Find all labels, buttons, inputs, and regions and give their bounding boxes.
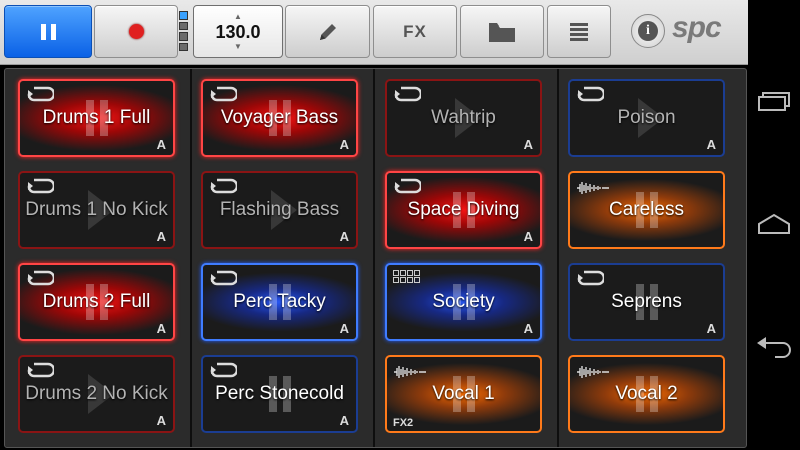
list-icon: [570, 22, 588, 41]
folder-button[interactable]: [460, 5, 544, 58]
pad-name: Perc Tacky: [233, 291, 326, 312]
pad-grid: Drums 1 Full A Drums 1 No Kick A Drums 2…: [4, 68, 747, 448]
waveform-icon: [394, 366, 426, 378]
pad-perc-tacky[interactable]: Perc Tacky A: [201, 263, 358, 341]
pad-name: Drums 2 Full: [42, 291, 151, 312]
pad-name: Flashing Bass: [219, 199, 340, 220]
pad-group: A: [156, 137, 166, 152]
bpm-up-icon[interactable]: ▲: [234, 12, 242, 21]
loop-icon: [577, 86, 604, 102]
pad-group: A: [706, 321, 716, 336]
pad-group: A: [339, 229, 349, 244]
pad-name: Society: [432, 291, 495, 312]
info-button[interactable]: i: [631, 14, 665, 48]
fx-button[interactable]: FX: [373, 5, 457, 58]
recent-apps-button[interactable]: [755, 84, 793, 118]
pad-drums-1-no-kick[interactable]: Drums 1 No Kick A: [18, 171, 175, 249]
pad-group: A: [339, 413, 349, 428]
pad-group: A: [523, 229, 533, 244]
pad-perc-stonecold[interactable]: Perc Stonecold A: [201, 355, 358, 433]
bpm-display[interactable]: ▲ 130.0 ▼: [193, 5, 283, 58]
pad-careless[interactable]: Careless: [568, 171, 725, 249]
pad-group: A: [523, 137, 533, 152]
pad-group: A: [156, 229, 166, 244]
pad-group: A: [339, 321, 349, 336]
list-button[interactable]: [547, 5, 611, 58]
waveform-icon: [577, 366, 609, 378]
bpm-value: 130.0: [215, 21, 261, 42]
pad-flashing-bass[interactable]: Flashing Bass A: [201, 171, 358, 249]
pad-group: A: [339, 137, 349, 152]
pad-space-diving[interactable]: Space Diving A: [385, 171, 542, 249]
pad-wahtrip[interactable]: Wahtrip A: [385, 79, 542, 157]
pad-group: A: [523, 321, 533, 336]
pad-name: Voyager Bass: [220, 107, 339, 128]
pad-name: Seprens: [611, 291, 682, 312]
loop-icon: [210, 178, 237, 194]
loop-icon: [394, 178, 421, 194]
edit-button[interactable]: [285, 5, 370, 58]
loop-icon: [577, 270, 604, 286]
pad-name: Vocal 2: [615, 383, 678, 404]
record-icon: [128, 24, 144, 39]
grid-icon: [393, 270, 420, 283]
pad-poison[interactable]: Poison A: [568, 79, 725, 157]
pad-name: Poison: [617, 107, 676, 128]
loop-icon: [27, 362, 54, 378]
record-button[interactable]: [94, 5, 178, 58]
loop-icon: [210, 86, 237, 102]
pad-group: A: [156, 413, 166, 428]
pad-vocal-1[interactable]: Vocal 1 FX2: [385, 355, 542, 433]
pad-name: Vocal 1: [432, 383, 495, 404]
loop-icon: [27, 178, 54, 194]
loop-icon: [27, 270, 54, 286]
pad-drums-2-no-kick[interactable]: Drums 2 No Kick A: [18, 355, 175, 433]
pad-name: Perc Stonecold: [215, 383, 344, 404]
play-pause-button[interactable]: [4, 5, 92, 58]
pad-society[interactable]: Society A: [385, 263, 542, 341]
loop-icon: [210, 270, 237, 286]
info-icon: i: [638, 21, 658, 41]
system-navbar: [748, 0, 800, 450]
loop-icon: [210, 362, 237, 378]
pad-group: A: [156, 321, 166, 336]
pad-seprens[interactable]: Seprens A: [568, 263, 725, 341]
recent-apps-icon: [758, 92, 790, 111]
pad-name: Space Diving: [407, 199, 520, 220]
pad-name: Careless: [609, 199, 684, 220]
folder-icon: [489, 22, 515, 42]
pad-fx-label: FX2: [393, 417, 414, 429]
pad-drums-2-full[interactable]: Drums 2 Full A: [18, 263, 175, 341]
level-meter: [179, 11, 188, 51]
spc-logo: spc: [672, 11, 722, 44]
back-button[interactable]: [755, 330, 793, 364]
pad-voyager-bass[interactable]: Voyager Bass A: [201, 79, 358, 157]
home-icon: [758, 213, 790, 234]
bpm-down-icon[interactable]: ▼: [234, 42, 242, 51]
home-button[interactable]: [755, 207, 793, 241]
toolbar: ▲ 130.0 ▼ FX i spc: [0, 0, 748, 65]
waveform-icon: [577, 182, 609, 194]
fx-label: FX: [403, 21, 427, 41]
back-icon: [757, 337, 791, 358]
pad-name: Wahtrip: [431, 107, 496, 128]
pad-group: A: [706, 137, 716, 152]
pencil-icon: [319, 23, 336, 40]
pad-vocal-2[interactable]: Vocal 2: [568, 355, 725, 433]
loop-icon: [394, 86, 421, 102]
loop-icon: [27, 86, 54, 102]
pad-name: Drums 1 No Kick: [25, 199, 168, 220]
pad-name: Drums 1 Full: [42, 107, 151, 128]
pad-name: Drums 2 No Kick: [25, 383, 168, 404]
pad-drums-1-full[interactable]: Drums 1 Full A: [18, 79, 175, 157]
pause-icon: [40, 23, 56, 40]
